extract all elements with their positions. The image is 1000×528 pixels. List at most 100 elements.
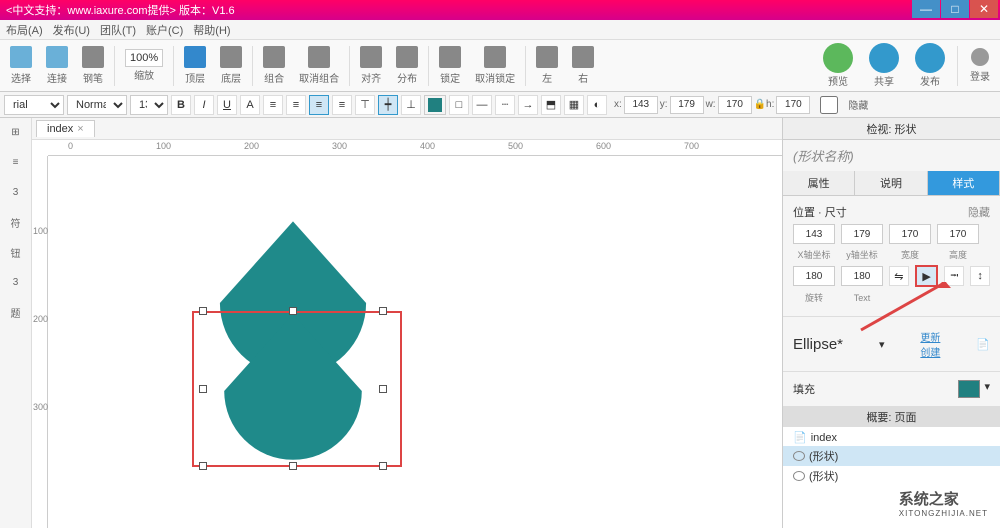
canvas[interactable] — [48, 156, 782, 528]
tool-left[interactable]: 左 — [530, 46, 564, 85]
tool-right[interactable]: 右 — [566, 46, 600, 85]
close-tab-icon[interactable]: × — [77, 123, 83, 135]
flip-h-button[interactable]: ⇋ — [889, 266, 909, 286]
login-button[interactable]: 登录 — [964, 48, 996, 83]
valign-top-button[interactable]: ⊤ — [355, 95, 375, 115]
window-buttons: — □ ✕ — [912, 0, 998, 18]
insp-y[interactable] — [841, 224, 883, 244]
arrow-button[interactable]: → — [518, 95, 538, 115]
w-input[interactable] — [718, 96, 752, 114]
menu-team[interactable]: 团队(T) — [100, 22, 136, 38]
align-left-button[interactable]: ≡ — [286, 95, 306, 115]
menu-help[interactable]: 帮助(H) — [193, 22, 230, 38]
tool-connect[interactable]: 连接 — [40, 46, 74, 85]
text-color-button[interactable]: A — [240, 95, 260, 115]
lp-char[interactable]: 符 — [4, 212, 28, 232]
lp-btn[interactable]: 钮 — [4, 242, 28, 262]
align-right-button[interactable]: ≡ — [332, 95, 352, 115]
menu-layout[interactable]: 布局(A) — [6, 22, 43, 38]
tool-pen[interactable]: 钢笔 — [76, 46, 110, 85]
publish-button[interactable]: 发布 — [909, 43, 951, 88]
handle-w[interactable] — [199, 385, 207, 393]
tool-unlock[interactable]: 取消锁定 — [469, 46, 521, 85]
border-button[interactable]: □ — [449, 95, 469, 115]
handle-se[interactable] — [379, 462, 387, 470]
selection-handles — [203, 311, 383, 466]
shape-name-field[interactable]: (形状名称) — [783, 140, 1000, 171]
update-link[interactable]: 更新 — [920, 329, 940, 344]
y-input[interactable] — [670, 96, 704, 114]
align-h-button[interactable]: ↕ — [970, 266, 990, 286]
doc-icon[interactable]: 📄 — [976, 338, 990, 351]
maximize-button[interactable]: □ — [941, 0, 969, 18]
insp-w[interactable] — [889, 224, 931, 244]
share-button[interactable]: 共享 — [863, 43, 905, 88]
size-select[interactable]: 13 — [130, 95, 168, 115]
shadow-button[interactable]: ▦ — [564, 95, 584, 115]
handle-sw[interactable] — [199, 462, 207, 470]
lp-3b[interactable]: 3 — [4, 272, 28, 292]
weight-select[interactable]: Normal — [67, 95, 127, 115]
handle-n[interactable] — [289, 307, 297, 315]
valign-bot-button[interactable]: ⊥ — [401, 95, 421, 115]
line-width-button[interactable]: — — [472, 95, 492, 115]
lp-add[interactable]: ⊞ — [4, 122, 28, 142]
font-select[interactable]: rial — [4, 95, 64, 115]
lp-3[interactable]: 3 — [4, 182, 28, 202]
insp-h[interactable] — [937, 224, 979, 244]
align-w-button[interactable]: ⭲ — [944, 266, 964, 286]
outline-shape-2[interactable]: (形状) — [783, 466, 1000, 486]
tool-back[interactable]: 底层 — [214, 46, 248, 85]
inspector-tabs: 属性 说明 样式 — [783, 171, 1000, 196]
corner-button[interactable]: ⬒ — [541, 95, 561, 115]
h-input[interactable] — [776, 96, 810, 114]
tool-ungroup[interactable]: 取消组合 — [293, 46, 345, 85]
bullet-button[interactable]: ≡ — [263, 95, 283, 115]
handle-s[interactable] — [289, 462, 297, 470]
tool-zoom[interactable]: 100%缩放 — [119, 49, 169, 82]
tool-front[interactable]: 顶层 — [178, 46, 212, 85]
minimize-button[interactable]: — — [912, 0, 940, 18]
lp-menu[interactable]: ≡ — [4, 152, 28, 172]
handle-e[interactable] — [379, 385, 387, 393]
tool-distribute[interactable]: 分布 — [390, 46, 424, 85]
hidden-checkbox[interactable] — [812, 96, 846, 114]
handle-ne[interactable] — [379, 307, 387, 315]
style-name[interactable]: Ellipse* — [793, 336, 843, 353]
tool-lock[interactable]: 锁定 — [433, 46, 467, 85]
underline-button[interactable]: U — [217, 95, 237, 115]
insp-rot[interactable] — [793, 266, 835, 286]
tab-style[interactable]: 样式 — [928, 171, 1000, 195]
fill-color-button[interactable] — [424, 95, 446, 115]
bold-button[interactable]: B — [171, 95, 191, 115]
italic-button[interactable]: I — [194, 95, 214, 115]
insp-x[interactable] — [793, 224, 835, 244]
handle-nw[interactable] — [199, 307, 207, 315]
fill-dropdown-icon[interactable]: ▾ — [984, 380, 990, 398]
hide-label[interactable]: 隐藏 — [968, 204, 990, 220]
opacity-button[interactable]: ◐ — [587, 95, 607, 115]
lp-title[interactable]: 题 — [4, 302, 28, 322]
ruler-horizontal: 0 100 200 300 400 500 600 700 — [48, 140, 782, 156]
outline-page[interactable]: 📄 index — [783, 429, 1000, 446]
flip-v-button[interactable]: ▶ — [915, 265, 939, 287]
tool-group[interactable]: 组合 — [257, 46, 291, 85]
tool-select[interactable]: 选择 — [4, 46, 38, 85]
tab-properties[interactable]: 属性 — [783, 171, 855, 195]
menu-publish[interactable]: 发布(U) — [53, 22, 90, 38]
page-tab-index[interactable]: index× — [36, 120, 95, 137]
insp-txt[interactable] — [841, 266, 883, 286]
tab-notes[interactable]: 说明 — [855, 171, 927, 195]
fill-swatch[interactable] — [958, 380, 980, 398]
preview-button[interactable]: 预览 — [817, 43, 859, 88]
valign-mid-button[interactable]: ┿ — [378, 95, 398, 115]
create-link[interactable]: 创建 — [920, 344, 940, 359]
outline-shape-1[interactable]: (形状) — [783, 446, 1000, 466]
menu-account[interactable]: 账户(C) — [146, 22, 183, 38]
style-dropdown-icon[interactable]: ▾ — [879, 338, 885, 351]
x-input[interactable] — [624, 96, 658, 114]
align-center-button[interactable]: ≡ — [309, 95, 329, 115]
line-style-button[interactable]: ┄ — [495, 95, 515, 115]
close-button[interactable]: ✕ — [970, 0, 998, 18]
tool-align[interactable]: 对齐 — [354, 46, 388, 85]
